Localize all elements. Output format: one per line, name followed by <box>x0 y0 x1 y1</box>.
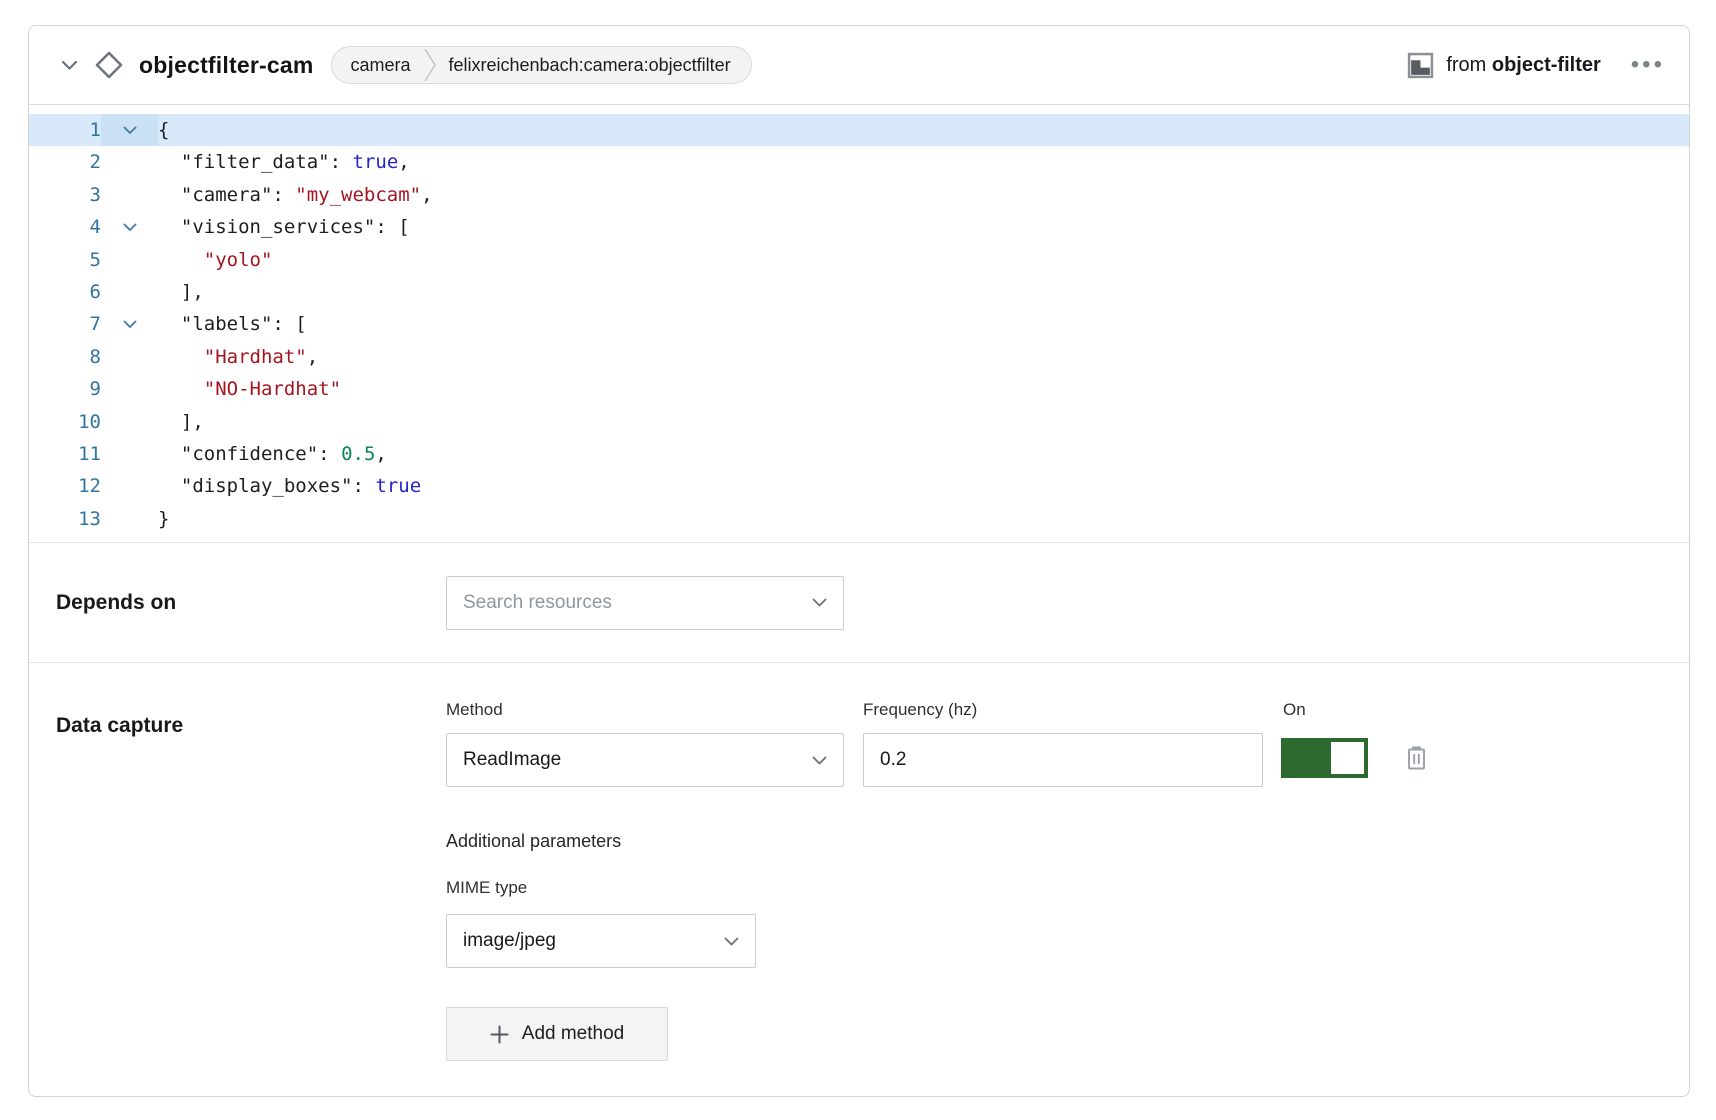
add-method-label: Add method <box>522 1023 624 1045</box>
fold-chevron-icon[interactable] <box>101 211 158 243</box>
fold-gutter <box>101 341 158 373</box>
mime-type-value: image/jpeg <box>463 930 556 952</box>
badge-type-label: camera <box>350 55 410 76</box>
code-line: 10 ], <box>29 406 1689 438</box>
fold-gutter <box>101 503 158 535</box>
depends-on-dropdown[interactable]: Search resources <box>446 576 844 630</box>
fold-gutter <box>101 244 158 276</box>
code-line: 3 "camera": "my_webcam", <box>29 179 1689 211</box>
line-number: 11 <box>29 438 101 470</box>
method-dropdown[interactable]: ReadImage <box>446 733 844 787</box>
code-line-text: "display_boxes": true <box>158 470 1689 502</box>
badge-separator-chevron-icon <box>423 47 437 83</box>
code-line: 8 "Hardhat", <box>29 341 1689 373</box>
code-line-text: "camera": "my_webcam", <box>158 179 1689 211</box>
line-number: 1 <box>29 114 101 146</box>
fold-gutter <box>101 470 158 502</box>
component-diamond-icon <box>93 49 125 81</box>
code-line-text: { <box>158 114 1689 146</box>
code-line-text: "NO-Hardhat" <box>158 373 1689 405</box>
trash-icon[interactable] <box>1404 744 1429 772</box>
line-number: 3 <box>29 179 101 211</box>
fold-gutter <box>101 179 158 211</box>
mime-type-dropdown[interactable]: image/jpeg <box>446 914 756 968</box>
line-number: 6 <box>29 276 101 308</box>
depends-on-section: Depends on Search resources <box>29 542 1689 662</box>
fold-gutter <box>101 276 158 308</box>
code-line-text: ], <box>158 406 1689 438</box>
plus-icon <box>490 1025 509 1044</box>
fold-gutter <box>101 438 158 470</box>
more-menu-button[interactable]: ••• <box>1629 54 1667 76</box>
line-number: 7 <box>29 308 101 340</box>
fold-chevron-icon[interactable] <box>101 308 158 340</box>
code-line: 5 "yolo" <box>29 244 1689 276</box>
code-line: 11 "confidence": 0.5, <box>29 438 1689 470</box>
frequency-input[interactable]: 0.2 <box>863 733 1263 787</box>
line-number: 9 <box>29 373 101 405</box>
fold-chevron-icon[interactable] <box>101 114 158 146</box>
add-method-button[interactable]: Add method <box>446 1007 668 1061</box>
data-capture-label: Data capture <box>56 714 446 738</box>
depends-on-label: Depends on <box>56 591 446 615</box>
code-line-text: "labels": [ <box>158 308 1689 340</box>
mime-type-label: MIME type <box>446 878 1429 898</box>
resource-name: objectfilter-cam <box>139 52 313 79</box>
depends-on-placeholder: Search resources <box>463 592 612 614</box>
code-line: 2 "filter_data": true, <box>29 146 1689 178</box>
fold-gutter <box>101 373 158 405</box>
code-line: 13} <box>29 503 1689 535</box>
frequency-label: Frequency (hz) <box>863 700 1263 720</box>
code-line-text: "Hardhat", <box>158 341 1689 373</box>
data-capture-section: Data capture Method ReadImage Frequency … <box>29 662 1689 1097</box>
toggle-knob <box>1331 742 1364 774</box>
line-number: 2 <box>29 146 101 178</box>
code-editor[interactable]: 1{2 "filter_data": true,3 "camera": "my_… <box>29 105 1689 542</box>
on-label: On <box>1283 700 1429 720</box>
code-line: 7 "labels": [ <box>29 308 1689 340</box>
module-name: object-filter <box>1492 54 1601 76</box>
code-line-text: "filter_data": true, <box>158 146 1689 178</box>
code-line-text: "vision_services": [ <box>158 211 1689 243</box>
chevron-down-icon <box>812 598 827 607</box>
code-line-text: ], <box>158 276 1689 308</box>
fold-gutter <box>101 406 158 438</box>
code-line-text: } <box>158 503 1689 535</box>
badge-model-label: felixreichenbach:camera:objectfilter <box>449 55 731 76</box>
resource-card: objectfilter-cam camera felixreichenbach… <box>28 25 1690 1097</box>
line-number: 4 <box>29 211 101 243</box>
code-line: 6 ], <box>29 276 1689 308</box>
code-line: 1{ <box>29 114 1689 146</box>
code-line: 9 "NO-Hardhat" <box>29 373 1689 405</box>
line-number: 10 <box>29 406 101 438</box>
chevron-down-icon <box>724 937 739 946</box>
code-line-text: "yolo" <box>158 244 1689 276</box>
method-label: Method <box>446 700 844 720</box>
fold-gutter <box>101 146 158 178</box>
additional-parameters-label: Additional parameters <box>446 831 1429 852</box>
method-value: ReadImage <box>463 749 561 771</box>
line-number: 5 <box>29 244 101 276</box>
resource-type-badge: camera felixreichenbach:camera:objectfil… <box>331 46 751 84</box>
code-line: 4 "vision_services": [ <box>29 211 1689 243</box>
module-icon <box>1407 52 1434 79</box>
collapse-chevron-icon[interactable] <box>59 55 79 75</box>
capture-on-toggle[interactable] <box>1281 738 1368 778</box>
line-number: 12 <box>29 470 101 502</box>
module-from-text: from object-filter <box>1446 54 1600 77</box>
module-source: from object-filter <box>1407 52 1600 79</box>
frequency-value: 0.2 <box>880 749 906 771</box>
chevron-down-icon <box>812 756 827 765</box>
card-header: objectfilter-cam camera felixreichenbach… <box>29 26 1689 105</box>
line-number: 8 <box>29 341 101 373</box>
line-number: 13 <box>29 503 101 535</box>
code-line-text: "confidence": 0.5, <box>158 438 1689 470</box>
code-line: 12 "display_boxes": true <box>29 470 1689 502</box>
